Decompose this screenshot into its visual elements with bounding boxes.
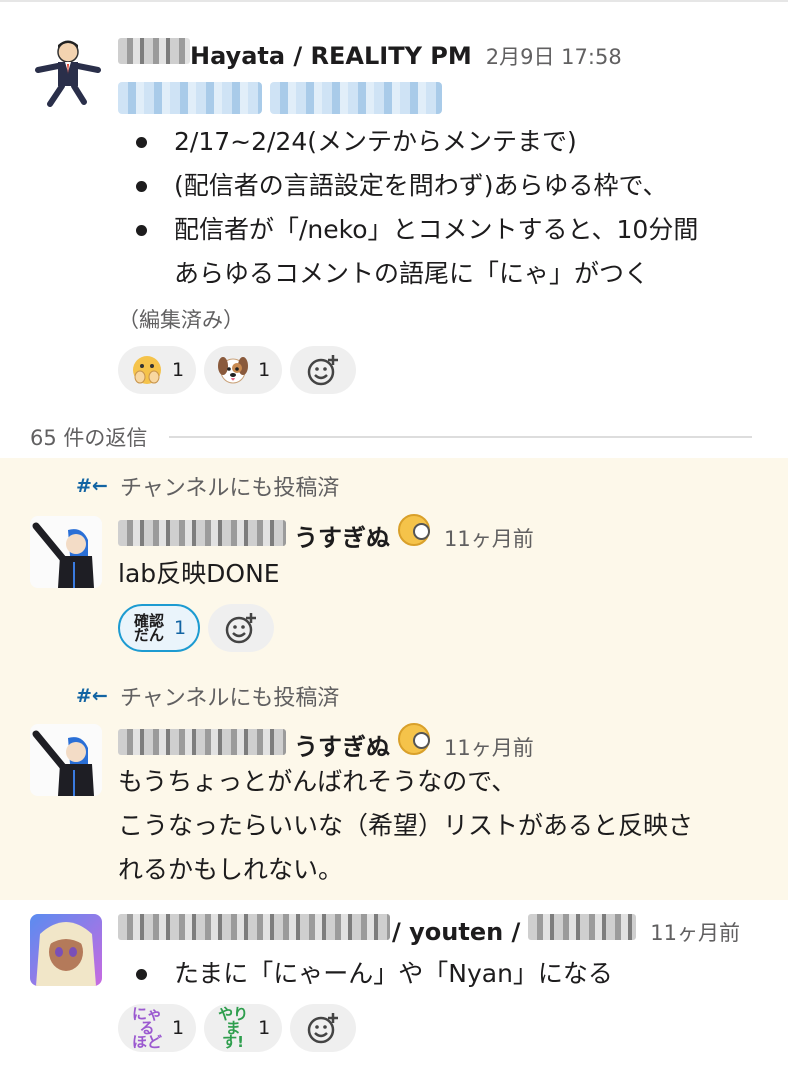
list-item-text: 2/17~2/24(メンテからメンテまで) [174, 127, 577, 156]
add-emoji-icon [306, 1011, 340, 1045]
edited-label: （編集済み） [118, 308, 244, 332]
also-posted-banner: #← チャンネルにも投稿済 [76, 680, 339, 712]
status-emoji-icon [398, 723, 430, 755]
add-reaction-button[interactable] [208, 604, 275, 652]
top-divider [0, 0, 788, 2]
bullet-dot [136, 137, 147, 148]
list-item: 配信者が「/neko」とコメントすると、10分間 [118, 208, 698, 252]
bullet-list: 2/17~2/24(メンテからメンテまで) (配信者の言語設定を問わず)あらゆる… [118, 120, 698, 296]
list-item-continuation: あらゆるコメントの語尾に「にゃ」がつく [118, 252, 698, 296]
list-item: (配信者の言語設定を問わず)あらゆる枠で、 [118, 164, 698, 208]
list-item-text: (配信者の言語設定を問わず)あらゆる枠で、 [174, 171, 668, 200]
timestamp[interactable]: 11ヶ月前 [444, 732, 534, 762]
reactions-bar: にゃる ほど 1 やり ます! 1 [118, 1004, 357, 1052]
yarimasu-stamp-icon: やり ます! [216, 1007, 250, 1050]
timestamp[interactable]: 11ヶ月前 [650, 917, 740, 947]
reaction-count: 1 [258, 1017, 271, 1039]
kakunin-dan-stamp-icon: 確認 だん [132, 611, 166, 645]
list-item-text: 配信者が「/neko」とコメントすると、10分間 [174, 215, 699, 244]
nyaruhodo-stamp-icon: にゃる ほど [130, 1007, 164, 1050]
avatar[interactable] [30, 724, 102, 796]
timestamp[interactable]: 11ヶ月前 [444, 523, 534, 553]
vtuber-avatar-icon [30, 516, 102, 588]
reaction-kakunin-dan[interactable]: 確認 だん 1 [118, 604, 201, 652]
author-name[interactable]: うすぎぬ [294, 727, 390, 762]
stamp-line: ます! [222, 1019, 245, 1051]
face-with-hands-icon [130, 353, 164, 387]
vtuber-avatar-icon [30, 724, 102, 796]
stamp-line: ほど [131, 1033, 162, 1051]
message-line: こうなったらいいな（希望）リストがあると反映さ [118, 811, 694, 840]
bullet-dot [136, 181, 147, 192]
redacted-name [118, 38, 190, 64]
bullet-list: たまに「にゃーん」や「Nyan」になる [118, 952, 613, 996]
avatar[interactable] [30, 914, 102, 986]
divider-line [169, 436, 752, 438]
reply-count-divider: 65 件の返信 [30, 420, 752, 454]
list-item: たまに「にゃーん」や「Nyan」になる [118, 952, 613, 996]
avatar[interactable] [30, 516, 102, 588]
add-emoji-icon [306, 353, 340, 387]
list-item: 2/17~2/24(メンテからメンテまで) [118, 120, 698, 164]
mention-chip[interactable] [118, 82, 262, 114]
redacted-name [528, 914, 637, 940]
status-emoji-icon [398, 514, 430, 546]
reply-count[interactable]: 65 件の返信 [30, 422, 147, 452]
list-item-text: たまに「にゃーん」や「Nyan」になる [174, 959, 613, 988]
timestamp[interactable]: 2月9日 17:58 [486, 41, 622, 71]
author-name[interactable]: / youten / [392, 918, 520, 946]
stamp-line: だん [133, 626, 164, 644]
reactions-bar: 1 1 [118, 346, 357, 394]
businessman-avatar-icon [35, 40, 101, 107]
avatar[interactable] [32, 36, 104, 108]
redacted-mentions [118, 82, 442, 114]
channel-share-icon: #← [76, 475, 108, 497]
redacted-name [118, 520, 286, 546]
message-line: もうちょっとがんばれそうなので、 [118, 767, 517, 796]
message-header: / youten / 11ヶ月前 [118, 914, 740, 947]
add-reaction-button[interactable] [290, 346, 357, 394]
reaction-nyaruhodo[interactable]: にゃる ほど 1 [118, 1004, 197, 1052]
reaction-face-with-hands[interactable]: 1 [118, 346, 197, 394]
add-emoji-icon [224, 611, 258, 645]
add-reaction-button[interactable] [290, 1004, 357, 1052]
redacted-name [118, 914, 390, 940]
mention-chip[interactable] [270, 82, 442, 114]
channel-share-icon: #← [76, 685, 108, 707]
message-text: もうちょっとがんばれそうなので、 こうなったらいいな（希望）リストがあると反映さ… [118, 760, 768, 892]
message-header: Hayata / REALITY PM 2月9日 17:58 [118, 38, 622, 71]
reactions-bar: 確認 だん 1 [118, 604, 275, 652]
reaction-dog-face[interactable]: 1 [204, 346, 283, 394]
message-header: うすぎぬ 11ヶ月前 [118, 723, 534, 762]
reaction-count: 1 [172, 359, 185, 381]
message-header: うすぎぬ 11ヶ月前 [118, 514, 534, 553]
bullet-dot [136, 225, 147, 236]
message-line: れるかもしれない。 [118, 855, 344, 884]
also-posted-label: チャンネルにも投稿済 [120, 476, 340, 501]
reaction-yarimasu[interactable]: やり ます! 1 [204, 1004, 283, 1052]
also-posted-banner: #← チャンネルにも投稿済 [76, 470, 339, 502]
reaction-count: 1 [172, 1017, 185, 1039]
message-text: lab反映DONE [118, 559, 280, 588]
stamp-line: にゃる [131, 1005, 162, 1037]
author-name[interactable]: Hayata / REALITY PM [190, 42, 472, 70]
author-name[interactable]: うすぎぬ [294, 518, 390, 553]
dog-face-icon [216, 353, 250, 387]
bullet-dot [136, 969, 147, 980]
reaction-count: 1 [258, 359, 271, 381]
redacted-name [118, 729, 286, 755]
list-item-text: あらゆるコメントの語尾に「にゃ」がつく [174, 259, 650, 288]
also-posted-label: チャンネルにも投稿済 [120, 686, 340, 711]
reaction-count: 1 [174, 617, 187, 639]
anime-girl-avatar-icon [30, 914, 102, 986]
